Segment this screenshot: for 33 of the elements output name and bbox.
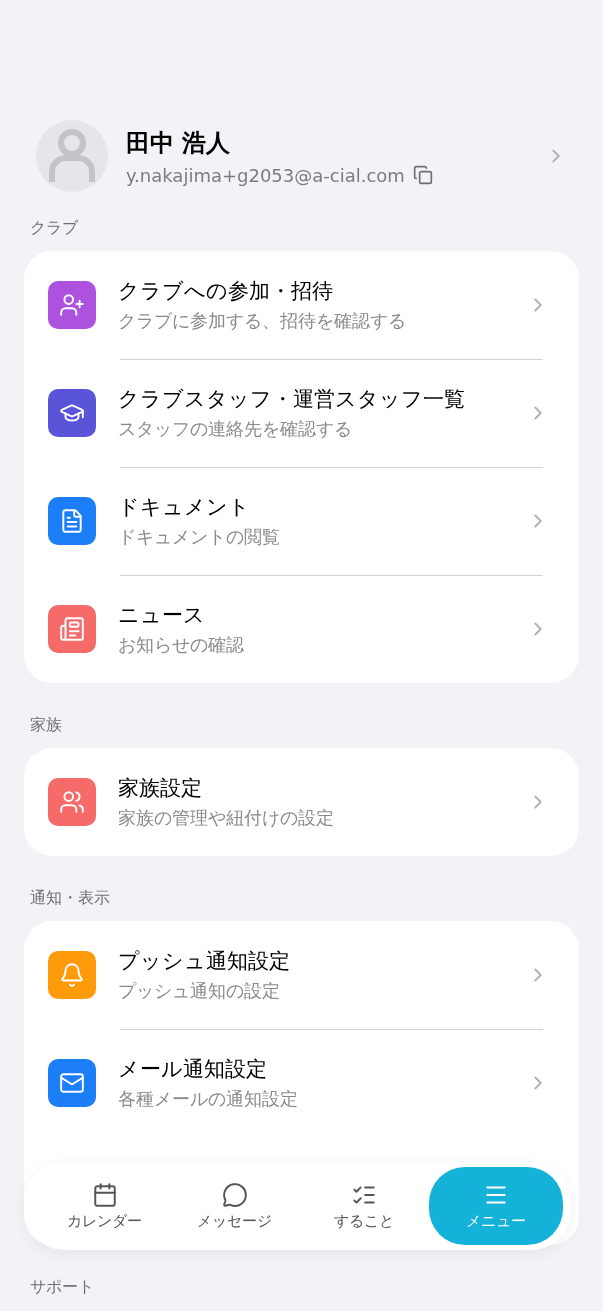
menu-item-title[interactable]: クラブスタッフ・運営スタッフ一覧	[118, 385, 527, 413]
document-icon	[59, 508, 85, 534]
menu-item-subtitle: 家族の管理や紐付けの設定	[118, 806, 335, 830]
menu-item-subtitle: スタッフの連絡先を確認する	[118, 417, 353, 441]
calendar-icon	[91, 1181, 118, 1208]
section-label: 家族	[29, 715, 63, 736]
person-icon	[48, 128, 96, 184]
user-name: 田中 浩人	[126, 127, 232, 159]
copy-icon[interactable]	[412, 165, 433, 185]
user-email: y.nakajima+g2053@a-cial.com	[126, 164, 405, 186]
newspaper-icon	[59, 616, 85, 642]
menu-item-subtitle: お知らせの確認	[118, 633, 245, 657]
menu-item-title[interactable]: ドキュメント	[118, 493, 527, 521]
mail-icon	[59, 1070, 85, 1096]
tab-bar-item[interactable]: メッセージ	[169, 1167, 300, 1245]
menu-item-title[interactable]: メール通知設定	[118, 1055, 527, 1083]
menu-item-subtitle: クラブに参加する、招待を確認する	[118, 309, 407, 333]
menu-item-subtitle: 各種メールの通知設定	[118, 1087, 299, 1111]
menu-item-title[interactable]: ニュース	[118, 601, 527, 629]
menu-item-title[interactable]: プッシュ通知設定	[118, 947, 527, 975]
menu-item-subtitle: ドキュメントの閲覧	[118, 525, 281, 549]
menu-item-title[interactable]: 家族設定	[118, 774, 527, 802]
section-label: サポート	[29, 1277, 95, 1298]
tab-bar-item[interactable]: すること	[299, 1167, 429, 1245]
user-plus-icon	[59, 292, 85, 318]
bell-icon	[59, 962, 85, 988]
chat-bubble-icon	[221, 1181, 248, 1208]
tab-bar-item[interactable]: カレンダー	[40, 1167, 170, 1245]
section-label: 通知・表示	[29, 888, 111, 909]
section-label: クラブ	[29, 218, 79, 239]
menu-item-title[interactable]: クラブへの参加・招待	[118, 277, 527, 305]
people-icon	[59, 789, 85, 815]
menu-item-subtitle: プッシュ通知の設定	[118, 979, 281, 1003]
